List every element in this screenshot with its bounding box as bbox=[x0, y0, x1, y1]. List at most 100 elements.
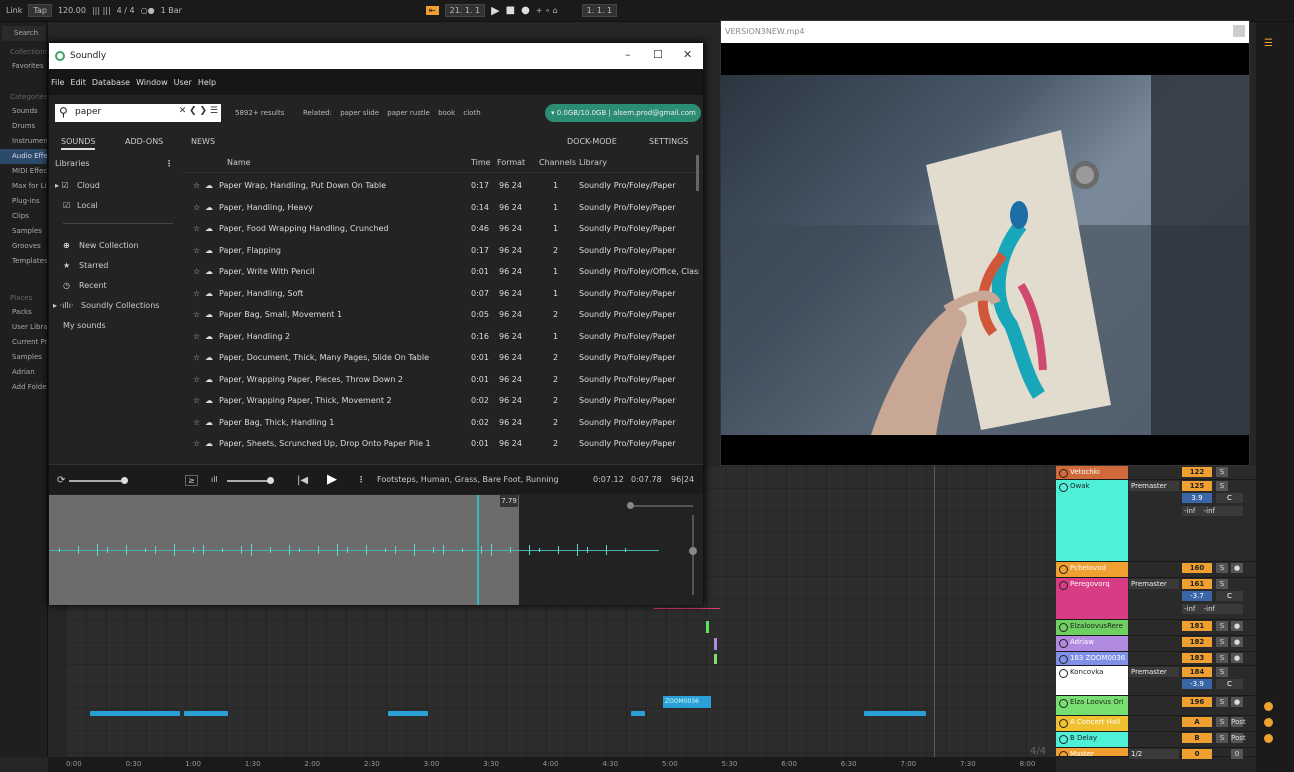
recent-item[interactable]: Recent bbox=[79, 278, 107, 294]
playhead-cursor[interactable] bbox=[477, 495, 479, 605]
related-tag[interactable]: paper rustle bbox=[387, 109, 430, 117]
record-icon[interactable]: ● bbox=[521, 5, 530, 16]
star-icon[interactable]: ☆ bbox=[193, 181, 200, 190]
pitch-slider[interactable] bbox=[69, 480, 127, 482]
star-icon[interactable]: ☆ bbox=[193, 332, 200, 341]
menu-item[interactable]: Help bbox=[198, 78, 216, 87]
my-sounds-item[interactable]: My sounds bbox=[63, 318, 106, 334]
track-number[interactable]: A bbox=[1182, 717, 1212, 727]
clip[interactable] bbox=[90, 711, 180, 716]
clip[interactable] bbox=[714, 638, 717, 650]
search-input[interactable]: ⚲ paper ✕ ❮ ❯ ☰ bbox=[55, 104, 221, 122]
track-pan[interactable]: C bbox=[1216, 493, 1243, 503]
category-item[interactable]: Plug-ins bbox=[0, 194, 47, 209]
zoom-slider-handle[interactable] bbox=[627, 502, 634, 509]
arrangement-position[interactable]: 21. 1. 1 bbox=[444, 4, 486, 17]
pitch-slider-handle[interactable] bbox=[121, 477, 128, 484]
mixer-track[interactable]: Peregovorq Premaster 161 S -3.7 C -inf -inf bbox=[1056, 578, 1256, 620]
local-checkbox-icon[interactable]: ☑ bbox=[63, 198, 70, 214]
zoom-slider[interactable] bbox=[629, 505, 693, 507]
tab-news[interactable]: NEWS bbox=[191, 137, 215, 146]
overdub-icon[interactable]: + ∘ ⌂ bbox=[536, 6, 558, 15]
transfer-icon[interactable]: ≥ bbox=[185, 475, 198, 486]
signature-field[interactable]: 4 / 4 bbox=[117, 6, 135, 15]
track-number[interactable]: B bbox=[1182, 733, 1212, 743]
menu-item[interactable]: Window bbox=[136, 78, 168, 87]
track-volume[interactable]: -3.7 bbox=[1182, 591, 1212, 601]
table-row[interactable]: ☆ ☁ Paper, Handling, Soft 0:07 96 24 1 Soundly… bbox=[183, 283, 703, 305]
cloud-expand-icon[interactable]: ▸ ☑ bbox=[55, 178, 69, 194]
mixer-track[interactable]: B Delay B S Post bbox=[1056, 732, 1256, 748]
star-icon[interactable]: ☆ bbox=[193, 418, 200, 427]
track-name[interactable]: Peregovorq bbox=[1056, 578, 1128, 619]
clip[interactable] bbox=[388, 711, 428, 716]
category-item[interactable]: MIDI Effects bbox=[0, 164, 47, 179]
col-time[interactable]: Time bbox=[471, 158, 491, 167]
menu-item[interactable]: Database bbox=[92, 78, 130, 87]
gain-slider-handle[interactable] bbox=[689, 547, 697, 555]
collections-expand-icon[interactable]: ▸ ·ıllı· bbox=[53, 298, 74, 314]
star-icon[interactable]: ☆ bbox=[193, 289, 200, 298]
mixer-track[interactable]: A Concert Hall A S Post bbox=[1056, 716, 1256, 732]
category-item[interactable]: Max for Live bbox=[0, 179, 47, 194]
track-number[interactable]: 160 bbox=[1182, 563, 1212, 573]
track-name[interactable]: Owak bbox=[1056, 480, 1128, 561]
solo-button[interactable]: S bbox=[1216, 697, 1228, 707]
track-name[interactable]: A Concert Hall bbox=[1056, 716, 1128, 731]
track-name[interactable]: Koncovka bbox=[1056, 666, 1128, 695]
col-channels[interactable]: Channels bbox=[539, 158, 576, 167]
solo-button[interactable]: S bbox=[1216, 467, 1228, 477]
stop-icon[interactable]: ■ bbox=[506, 5, 515, 16]
track-name[interactable]: Elza Loovus Ori bbox=[1056, 696, 1128, 715]
search-controls-icon[interactable]: ✕ ❮ ❯ ☰ bbox=[179, 106, 218, 116]
solo-button[interactable]: S bbox=[1216, 621, 1228, 631]
track-name[interactable]: Master bbox=[1056, 748, 1128, 756]
timeline-ruler[interactable]: 0:00 0:30 1:00 1:30 2:00 2:30 3:00 3:30 4:00 4:30… bbox=[48, 757, 1056, 772]
solo-button[interactable]: S bbox=[1216, 563, 1228, 573]
track-name[interactable]: Vetochki bbox=[1056, 466, 1128, 479]
related-tag[interactable]: paper slide bbox=[340, 109, 379, 117]
plus-icon[interactable]: ⊕ bbox=[63, 238, 70, 254]
star-icon[interactable]: ☆ bbox=[193, 375, 200, 384]
col-name[interactable]: Name bbox=[227, 158, 251, 167]
track-number[interactable]: 181 bbox=[1182, 621, 1212, 631]
tab-sounds[interactable]: SOUNDS bbox=[61, 137, 96, 150]
table-row[interactable]: ☆ ☁ Paper, Write With Pencil 0:01 96 24 1 Soun… bbox=[183, 261, 703, 283]
track-number[interactable]: 0 bbox=[1182, 749, 1212, 759]
track-number[interactable]: 183 bbox=[1182, 653, 1212, 663]
category-item[interactable]: Samples bbox=[0, 224, 47, 239]
track-volume[interactable]: -3.9 bbox=[1182, 679, 1212, 689]
mixer-track[interactable]: Adriaw 182 S ● bbox=[1056, 636, 1256, 652]
track-name[interactable]: ElzaloovusRere bbox=[1056, 620, 1128, 635]
new-collection-button[interactable]: New Collection bbox=[79, 238, 139, 254]
place-item[interactable]: Packs bbox=[0, 305, 47, 320]
menu-item[interactable]: File bbox=[51, 78, 64, 87]
track-volume[interactable]: 3.9 bbox=[1182, 493, 1212, 503]
related-tag[interactable]: cloth bbox=[463, 109, 480, 117]
solo-button[interactable]: S bbox=[1216, 637, 1228, 647]
star-icon[interactable]: ☆ bbox=[193, 246, 200, 255]
search-value[interactable]: paper bbox=[75, 107, 101, 117]
table-row[interactable]: ☆ ☁ Paper, Flapping 0:17 96 24 2 Soundly Pro/F… bbox=[183, 240, 703, 262]
mixer-track[interactable]: Koncovka Premaster 184 S -3.9 C bbox=[1056, 666, 1256, 696]
more-options-icon[interactable]: ⋮ bbox=[165, 156, 173, 172]
place-item[interactable]: Current Project bbox=[0, 335, 47, 350]
loop-start-position[interactable]: 1. 1. 1 bbox=[581, 4, 618, 17]
menu-item[interactable]: Edit bbox=[70, 78, 86, 87]
star-icon[interactable]: ☆ bbox=[193, 267, 200, 276]
arm-button[interactable]: Post bbox=[1231, 733, 1246, 743]
gain-slider[interactable] bbox=[692, 515, 694, 595]
menu-item[interactable]: User bbox=[174, 78, 192, 87]
related-tag[interactable]: book bbox=[438, 109, 455, 117]
star-icon[interactable]: ☆ bbox=[193, 396, 200, 405]
clip[interactable] bbox=[864, 711, 926, 716]
track-output-select[interactable]: Premaster bbox=[1129, 579, 1179, 589]
maximize-icon[interactable]: ☐ bbox=[653, 48, 663, 61]
clip[interactable] bbox=[631, 711, 645, 716]
track-number[interactable]: 161 bbox=[1182, 579, 1212, 589]
table-row[interactable]: ☆ ☁ Paper, Document, Thick, Many Pages, Sl… bbox=[183, 347, 703, 369]
local-library[interactable]: Local bbox=[77, 198, 98, 214]
mixer-track[interactable]: ElzaloovusRere 181 S ● bbox=[1056, 620, 1256, 636]
dock-mode-button[interactable]: DOCK-MODE bbox=[567, 137, 617, 146]
video-frame[interactable] bbox=[721, 75, 1249, 435]
